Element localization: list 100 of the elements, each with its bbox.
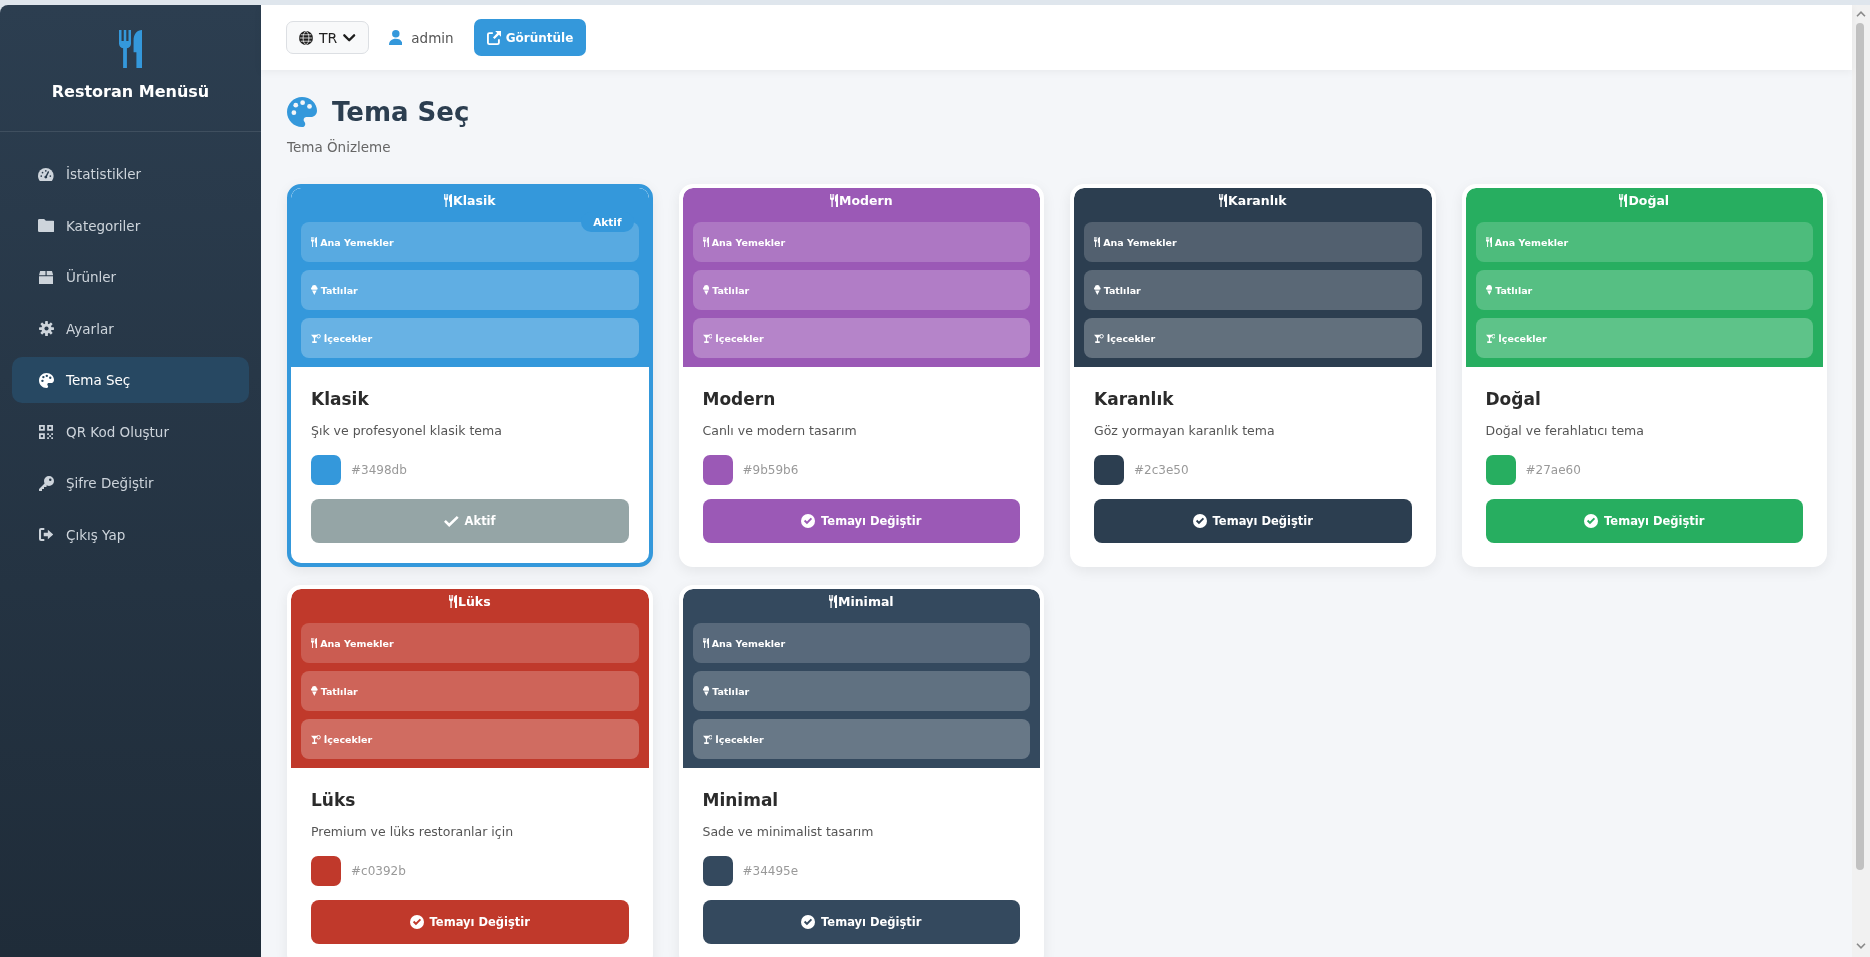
qr-code-icon xyxy=(39,424,53,439)
category-label: Ana Yemekler xyxy=(711,637,786,649)
cocktail-icon xyxy=(311,333,321,343)
theme-description: Göz yormayan karanlık tema xyxy=(1094,422,1276,440)
ice-cream-icon xyxy=(1485,285,1493,295)
theme-button[interactable]: Temayı Değiştir xyxy=(1094,499,1412,543)
nav-item[interactable]: Tema Seç xyxy=(12,357,249,403)
theme-button[interactable]: Temayı Değiştir xyxy=(702,900,1020,944)
category-label: İçecekler xyxy=(323,332,373,344)
category-label: Ana Yemekler xyxy=(1103,236,1177,248)
box-icon xyxy=(38,270,54,284)
theme-description: Canlı ve modern tasarım xyxy=(702,422,858,440)
folder-icon xyxy=(37,219,55,232)
nav-item[interactable]: Kategoriler xyxy=(12,202,249,249)
cocktail-icon xyxy=(1094,333,1104,343)
preview-title: Doğal xyxy=(1628,192,1670,208)
check-circle-icon xyxy=(1192,514,1207,528)
gear-icon xyxy=(38,321,54,336)
hex-code: #3498db xyxy=(351,463,407,477)
category-label: Tatlılar xyxy=(320,284,358,296)
palette-icon xyxy=(287,97,317,127)
theme-description: Doğal ve ferahlatıcı tema xyxy=(1485,422,1645,440)
nav-item[interactable]: Çıkış Yap xyxy=(12,511,249,558)
username-label: admin xyxy=(411,29,454,46)
brand-title: Restoran Menüsü xyxy=(51,81,210,103)
external-link-icon xyxy=(486,30,501,45)
theme-description: Premium ve lüks restoranlar için xyxy=(311,823,515,841)
preview-title: Lüks xyxy=(458,593,491,609)
chevron-down-icon xyxy=(343,33,356,42)
category-label: Ana Yemekler xyxy=(320,637,394,649)
theme-button[interactable]: Temayı Değiştir xyxy=(311,900,629,944)
hex-code: #2c3e50 xyxy=(1134,463,1189,477)
utensils-icon xyxy=(1619,193,1628,207)
utensils-icon xyxy=(311,237,318,247)
theme-name: Karanlık xyxy=(1094,388,1175,411)
theme-name: Lüks xyxy=(311,789,357,812)
cocktail-icon xyxy=(311,734,321,744)
cocktail-icon xyxy=(1485,333,1496,343)
nav-item[interactable]: İstatistikler xyxy=(12,151,249,197)
ice-cream-icon xyxy=(1094,285,1101,295)
category-label: İçecekler xyxy=(1106,332,1156,344)
hex-code: #34495e xyxy=(742,864,799,878)
page-title: Tema Seç xyxy=(332,96,470,129)
scroll-down-icon[interactable] xyxy=(1856,943,1866,949)
nav-item[interactable]: Ayarlar xyxy=(12,305,249,352)
utensils-icon xyxy=(828,594,837,608)
language-button[interactable]: TR xyxy=(286,21,369,54)
hex-code: #c0392b xyxy=(351,864,406,878)
scroll-up-icon[interactable] xyxy=(1856,11,1866,17)
category-label: Ana Yemekler xyxy=(1494,236,1569,248)
cocktail-icon xyxy=(702,333,713,343)
ice-cream-icon xyxy=(702,285,710,295)
check-circle-icon xyxy=(409,915,424,929)
logout-icon xyxy=(38,528,54,541)
theme-name: Modern xyxy=(702,388,777,411)
page-subtitle: Tema Önizleme xyxy=(287,138,392,156)
preview-title: Modern xyxy=(839,192,893,208)
palette-icon xyxy=(38,372,54,388)
category-label: Tatlılar xyxy=(712,685,750,697)
preview-title: Karanlık xyxy=(1228,192,1287,208)
user-icon xyxy=(388,30,403,45)
utensils-icon xyxy=(1485,237,1492,247)
key-icon xyxy=(38,475,54,491)
nav-item[interactable]: Şifre Değiştir xyxy=(12,460,249,506)
utensils-icon xyxy=(1094,237,1101,247)
utensils-icon xyxy=(311,638,318,648)
theme-description: Şık ve profesyonel klasik tema xyxy=(311,422,503,440)
category-label: İçecekler xyxy=(323,733,373,745)
preview-title: Klasik xyxy=(453,192,496,208)
check-circle-icon xyxy=(801,915,816,929)
category-label: Tatlılar xyxy=(1103,284,1141,296)
theme-name: Minimal xyxy=(702,789,780,812)
category-label: İçecekler xyxy=(1498,332,1547,344)
theme-name: Klasik xyxy=(311,388,370,411)
utensils-icon xyxy=(702,237,709,247)
hex-code: #27ae60 xyxy=(1525,463,1581,477)
scrollbar-thumb[interactable] xyxy=(1856,23,1864,870)
category-label: Tatlılar xyxy=(1495,284,1533,296)
check-circle-icon xyxy=(1584,514,1599,528)
theme-button[interactable]: Temayı Değiştir xyxy=(702,499,1020,543)
preview-title: Minimal xyxy=(838,593,894,609)
category-label: İçecekler xyxy=(715,332,764,344)
category-label: Ana Yemekler xyxy=(711,236,786,248)
nav-item[interactable]: Ürünler xyxy=(12,254,249,300)
utensils-icon xyxy=(829,193,839,207)
cocktail-icon xyxy=(702,734,713,744)
gauge-icon xyxy=(38,167,54,181)
ice-cream-icon xyxy=(311,686,318,696)
logo-icon xyxy=(118,30,143,68)
utensils-icon xyxy=(443,193,453,207)
category-label: Tatlılar xyxy=(320,685,358,697)
utensils-icon xyxy=(1218,193,1228,207)
ice-cream-icon xyxy=(702,686,710,696)
hex-code: #9b59b6 xyxy=(742,463,799,477)
ice-cream-icon xyxy=(311,285,318,295)
theme-description: Sade ve minimalist tasarım xyxy=(702,823,875,841)
category-label: Ana Yemekler xyxy=(320,236,394,248)
utensils-icon xyxy=(448,594,457,608)
nav-item[interactable]: QR Kod Oluştur xyxy=(12,408,249,455)
check-icon xyxy=(443,515,459,527)
